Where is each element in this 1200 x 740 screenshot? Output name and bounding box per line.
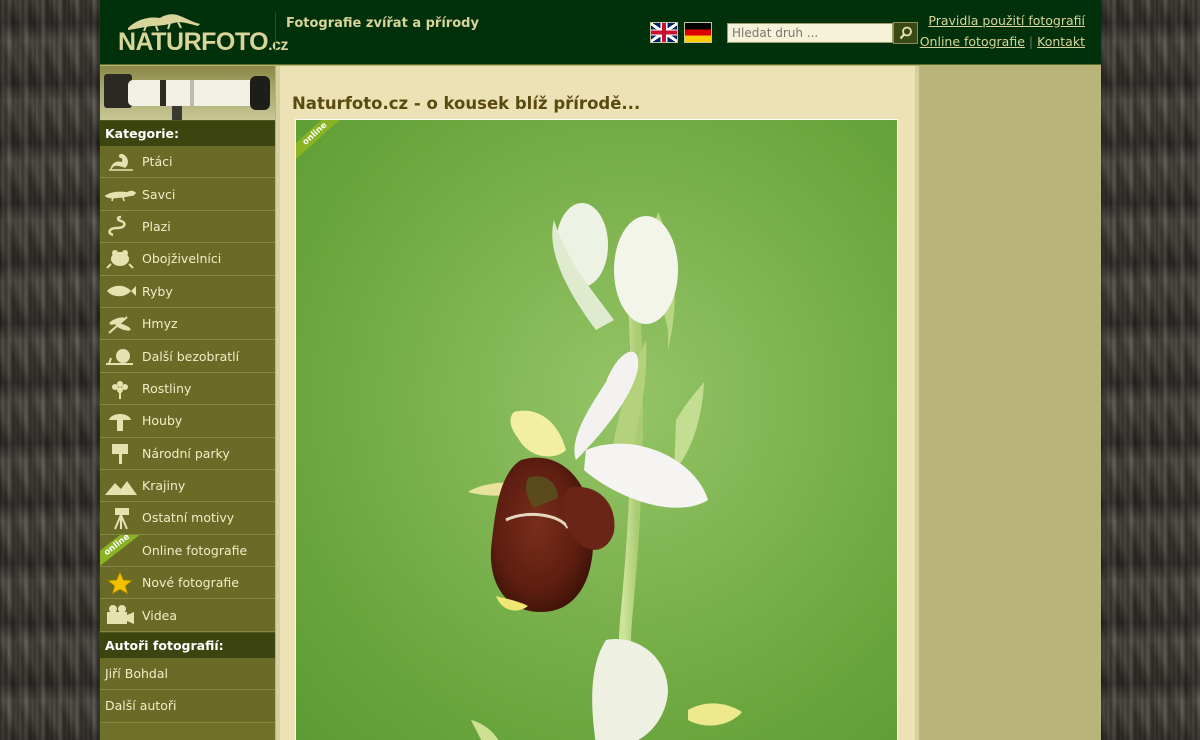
sidebar-item-12[interactable]: online Online fotografie	[100, 534, 275, 568]
fish-icon	[103, 278, 137, 304]
mushroom-icon	[103, 408, 137, 434]
sidebar-item-label: Ptáci	[142, 154, 173, 170]
magnifier-icon	[899, 26, 912, 40]
sidebar-item-13[interactable]: Nové fotografie	[100, 567, 275, 600]
sidebar-item-9[interactable]: Národní parky	[100, 437, 275, 470]
author-list: Jiří Bohdal Další autoři	[100, 657, 275, 723]
sidebar-banner	[100, 66, 275, 120]
sidebar-item-11[interactable]: Ostatní motivy	[100, 502, 275, 535]
sidebar-item-label: Nové fotografie	[142, 575, 239, 591]
sidebar-item-label: Plazi	[142, 218, 171, 234]
frog-icon	[103, 246, 137, 272]
author-item-0[interactable]: Jiří Bohdal	[100, 657, 275, 691]
sidebar-item-label: Obojživelníci	[142, 251, 222, 267]
sidebar-item-label: Národní parky	[142, 445, 230, 461]
camera-lens-icon	[104, 74, 270, 120]
authors-heading: Autoři fotografií:	[100, 631, 275, 658]
category-list: Ptáci Savci Plazi Obojživelníci Ryby Hmyz Dalš…	[100, 146, 275, 632]
snail-icon	[103, 343, 137, 369]
site-tagline: Fotografie zvířat a přírody	[286, 16, 479, 31]
link-separator: |	[1028, 34, 1034, 49]
sidebar-item-2[interactable]: Plazi	[100, 210, 275, 244]
main-content: Naturfoto.cz - o kousek blíž přírodě...	[276, 66, 919, 740]
search-input[interactable]	[727, 23, 893, 43]
page-container: NATURFOTO.cz Fotografie zvířat a přírody…	[100, 0, 1101, 740]
sidebar-item-label: Houby	[142, 413, 183, 429]
swan-icon	[103, 149, 137, 175]
site-logo[interactable]: NATURFOTO.cz	[118, 10, 288, 56]
landscape-icon	[103, 473, 137, 499]
video-camera-icon	[103, 602, 137, 628]
sidebar-item-label: Ostatní motivy	[142, 510, 235, 526]
sidebar-item-3[interactable]: Obojživelníci	[100, 243, 275, 276]
sidebar-item-8[interactable]: Houby	[100, 405, 275, 438]
categories-heading: Kategorie:	[100, 120, 275, 146]
page-title: Naturfoto.cz - o kousek blíž přírodě...	[292, 94, 641, 113]
sidebar-item-5[interactable]: Hmyz	[100, 307, 275, 341]
header-divider	[275, 12, 276, 52]
sidebar-item-14[interactable]: Videa	[100, 599, 275, 632]
flag-uk-icon[interactable]	[650, 22, 678, 43]
mammal-icon	[103, 181, 137, 207]
sidebar-item-label: Krajiny	[142, 478, 186, 494]
sidebar-item-7[interactable]: Rostliny	[100, 372, 275, 406]
contact-link[interactable]: Kontakt	[1037, 34, 1085, 49]
logo-text: NATURFOTO.cz	[118, 28, 288, 56]
snake-icon	[103, 213, 137, 239]
rules-link[interactable]: Pravidla použití fotografií	[928, 13, 1085, 28]
sidebar-item-label: Další bezobratlí	[142, 348, 240, 364]
orchid-illustration	[468, 203, 742, 740]
sidebar-item-4[interactable]: Ryby	[100, 275, 275, 308]
sidebar-item-0[interactable]: Ptáci	[100, 146, 275, 179]
sidebar-item-label: Ryby	[142, 283, 173, 299]
sidebar-item-label: Videa	[142, 607, 178, 623]
signpost-icon	[103, 440, 137, 466]
author-item-1[interactable]: Další autoři	[100, 690, 275, 723]
sidebar-item-label: Online fotografie	[142, 542, 248, 558]
site-header: NATURFOTO.cz Fotografie zvířat a přírody…	[100, 0, 1101, 65]
online-photos-link[interactable]: Online fotografie	[920, 34, 1025, 49]
sidebar-item-label: Hmyz	[142, 316, 178, 332]
tripod-icon	[103, 505, 137, 531]
sidebar: Kategorie: Ptáci Savci Plazi Obojživelníci R…	[100, 66, 275, 740]
flower-icon	[103, 375, 137, 401]
sidebar-item-label: Rostliny	[142, 380, 192, 396]
sidebar-item-6[interactable]: Další bezobratlí	[100, 340, 275, 373]
dragonfly-icon	[103, 311, 137, 337]
flag-de-icon[interactable]	[684, 22, 712, 43]
star-icon	[103, 570, 137, 596]
sidebar-item-1[interactable]: Savci	[100, 178, 275, 211]
featured-photo[interactable]: online	[295, 119, 898, 740]
sidebar-item-label: Savci	[142, 186, 176, 202]
sidebar-item-10[interactable]: Krajiny	[100, 469, 275, 503]
header-links: Pravidla použití fotografií Online fotog…	[920, 10, 1085, 52]
search-button[interactable]	[893, 22, 918, 44]
